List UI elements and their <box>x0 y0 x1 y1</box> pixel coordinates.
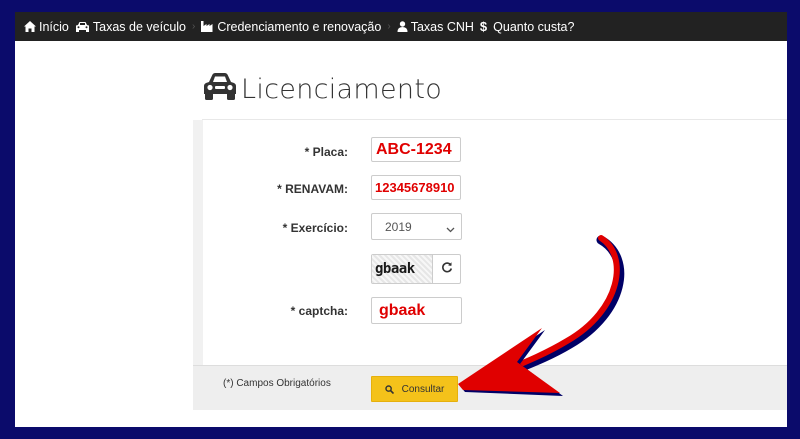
home-icon <box>24 21 36 32</box>
required-fields-note: (*) Campos Obrigatórios <box>223 378 331 389</box>
nav-item-taxas-cnh[interactable]: Taxas CNH <box>397 20 474 34</box>
consultar-button[interactable]: Consultar <box>371 376 458 402</box>
nav-item-taxas-veiculo[interactable]: Taxas de veículo <box>75 20 186 34</box>
nav-label-quanto-custa: Quanto custa? <box>493 19 575 34</box>
search-icon <box>384 384 394 394</box>
placa-input[interactable] <box>371 137 461 162</box>
exercicio-selected-value: 2019 <box>385 219 412 234</box>
car-icon <box>75 21 90 32</box>
captcha-input[interactable] <box>371 297 462 324</box>
placa-label: * Placa: <box>304 145 348 159</box>
nav-label-inicio: Início <box>39 19 69 34</box>
nav-label-taxas-veiculo: Taxas de veículo <box>92 19 186 34</box>
page-frame: Início Taxas de veículo › Credenciamento… <box>15 12 787 427</box>
nav-item-quanto-custa[interactable]: $ Quanto custa? <box>480 19 575 34</box>
page-header: Licenciamento <box>202 72 442 106</box>
nav-label-credenciamento: Credenciamento e renovação <box>217 19 382 34</box>
panel-left-edge <box>193 120 203 365</box>
chevron-down-icon <box>446 222 455 236</box>
captcha-image: gbaak <box>372 255 433 283</box>
top-navbar: Início Taxas de veículo › Credenciamento… <box>15 12 787 41</box>
nav-label-taxas-cnh: Taxas CNH <box>410 19 474 34</box>
nav-separator: › <box>192 21 196 32</box>
captcha-widget: gbaak <box>371 254 461 284</box>
renavam-input[interactable] <box>371 175 461 200</box>
form-footer: (*) Campos Obrigatórios Consultar <box>193 365 787 410</box>
nav-separator: › <box>387 21 391 32</box>
exercicio-label: * Exercício: <box>282 221 348 235</box>
refresh-icon <box>441 260 453 278</box>
renavam-label: * RENAVAM: <box>277 182 348 196</box>
user-icon <box>397 21 408 32</box>
nav-item-credenciamento[interactable]: Credenciamento e renovação <box>201 20 381 34</box>
form-panel <box>193 120 787 365</box>
page-title: Licenciamento <box>241 73 443 105</box>
captcha-label: * captcha: <box>290 304 348 318</box>
captcha-image-text: gbaak <box>375 261 415 277</box>
nav-item-inicio[interactable]: Início <box>24 20 69 34</box>
consultar-label: Consultar <box>401 383 445 395</box>
dollar-icon: $ <box>479 19 488 34</box>
exercicio-select[interactable]: 2019 <box>371 213 462 240</box>
industry-icon <box>201 21 214 32</box>
car-icon <box>202 72 238 106</box>
captcha-refresh-button[interactable] <box>433 255 460 283</box>
